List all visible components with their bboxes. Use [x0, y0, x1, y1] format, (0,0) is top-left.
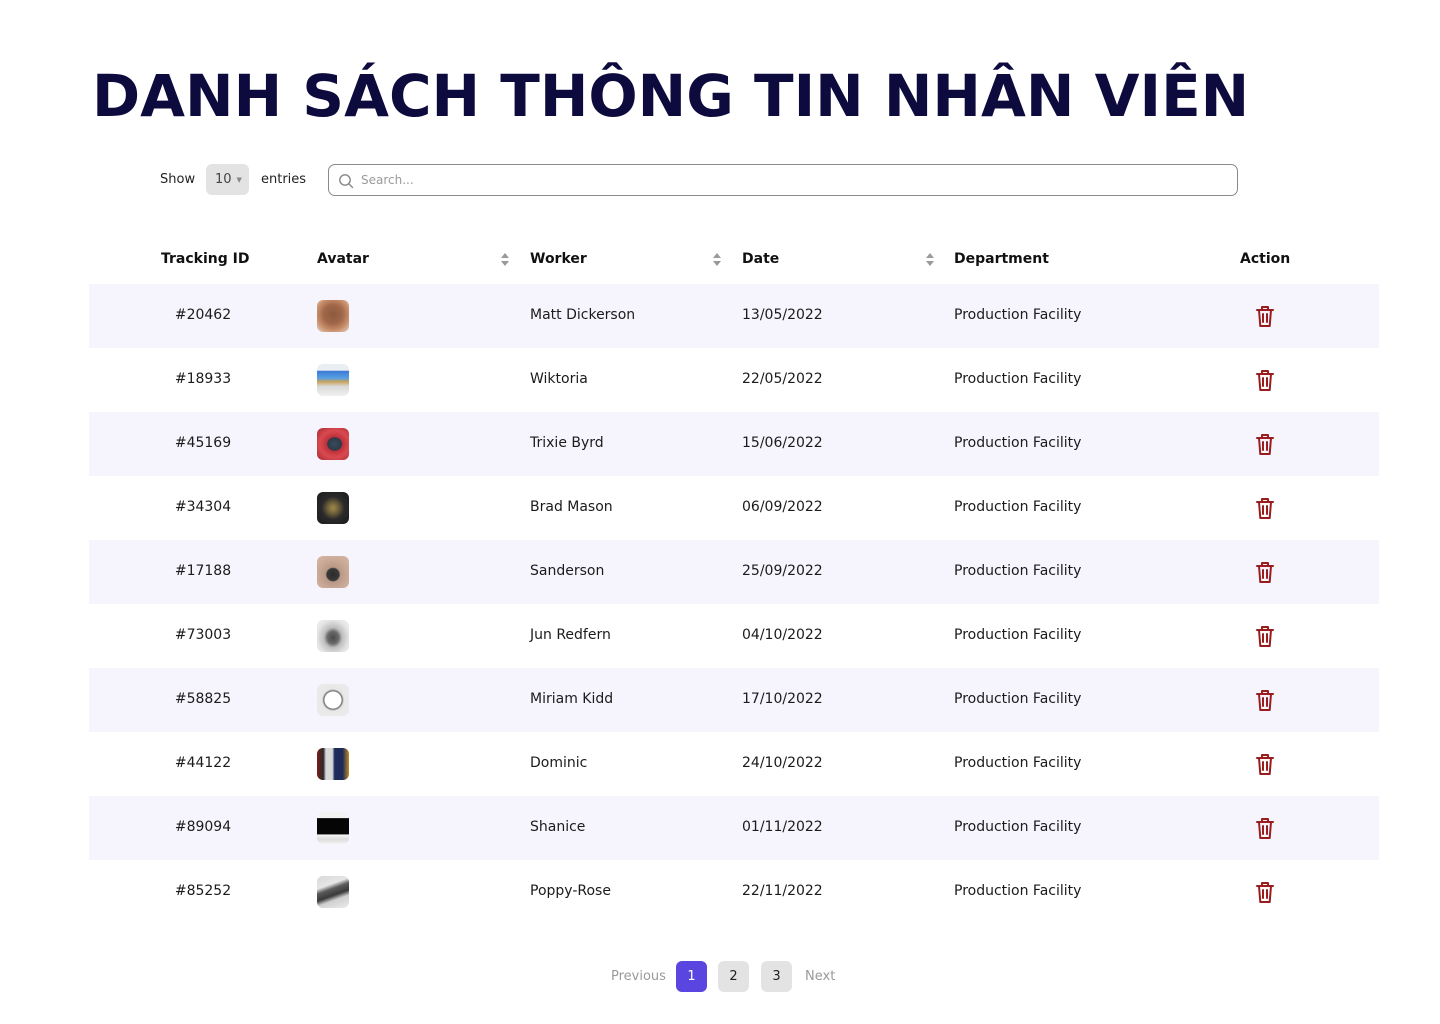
table-row: #17188 Sanderson 25/09/2022 Production F…	[89, 540, 1379, 604]
trash-icon[interactable]	[1254, 560, 1276, 584]
phone-photo-avatar	[317, 428, 349, 460]
table-row: #45169 Trixie Byrd 15/06/2022 Production…	[89, 412, 1379, 476]
monitor-photo-avatar	[317, 812, 349, 844]
date: 25/09/2022	[742, 563, 823, 579]
worker-name: Miriam Kidd	[530, 691, 614, 707]
pagination: Previous 1 2 3 Next	[0, 961, 1440, 992]
entries-select[interactable]: 10 ▼	[206, 164, 249, 195]
table-row: #89094 Shanice 01/11/2022 Production Fac…	[89, 796, 1379, 860]
worker-name: Shanice	[530, 819, 586, 835]
date: 06/09/2022	[742, 499, 823, 515]
date: 17/10/2022	[742, 691, 823, 707]
tracking-id: #89094	[174, 819, 232, 835]
tablet-photo-avatar	[317, 748, 349, 780]
tracking-id: #17188	[174, 563, 232, 579]
header-worker[interactable]: Worker	[530, 251, 587, 267]
trash-icon[interactable]	[1254, 624, 1276, 648]
trash-icon[interactable]	[1254, 752, 1276, 776]
header-date[interactable]: Date	[742, 251, 779, 267]
tracking-id: #73003	[174, 627, 232, 643]
entries-label: entries	[261, 172, 307, 187]
worker-name: Wiktoria	[530, 371, 588, 387]
trash-icon[interactable]	[1254, 688, 1276, 712]
worker-name: Poppy-Rose	[530, 883, 611, 899]
department: Production Facility	[954, 755, 1082, 771]
date: 01/11/2022	[742, 819, 823, 835]
tracking-id: #20462	[174, 307, 232, 323]
date: 22/11/2022	[742, 883, 823, 899]
table-row: #85252 Poppy-Rose 22/11/2022 Production …	[89, 860, 1379, 924]
mouse-photo-avatar	[317, 620, 349, 652]
table-row: #20462 Matt Dickerson 13/05/2022 Product…	[89, 284, 1379, 348]
page-3-button[interactable]: 3	[761, 961, 792, 992]
tracking-id: #44122	[174, 755, 232, 771]
department: Production Facility	[954, 819, 1082, 835]
table-row: #18933 Wiktoria 22/05/2022 Production Fa…	[89, 348, 1379, 412]
tracking-id: #18933	[174, 371, 232, 387]
worker-name: Dominic	[530, 755, 588, 771]
department: Production Facility	[954, 883, 1082, 899]
table-controls: Show 10 ▼ entries	[160, 164, 1240, 196]
date: 24/10/2022	[742, 755, 823, 771]
table-row: #44122 Dominic 24/10/2022 Production Fac…	[89, 732, 1379, 796]
table-row: #73003 Jun Redfern 04/10/2022 Production…	[89, 604, 1379, 668]
sort-date-icon[interactable]	[925, 252, 935, 267]
department: Production Facility	[954, 499, 1082, 515]
trash-icon[interactable]	[1254, 368, 1276, 392]
department: Production Facility	[954, 371, 1082, 387]
worker-name: Sanderson	[530, 563, 605, 579]
trash-icon[interactable]	[1254, 496, 1276, 520]
header-tracking-id[interactable]: Tracking ID	[161, 251, 249, 267]
previous-page-button[interactable]: Previous	[611, 969, 666, 984]
header-action: Action	[1240, 251, 1291, 267]
headphones-photo-avatar	[317, 556, 349, 588]
date: 15/06/2022	[742, 435, 823, 451]
trash-icon[interactable]	[1254, 880, 1276, 904]
department: Production Facility	[954, 435, 1082, 451]
laptop-photo-avatar	[317, 364, 349, 396]
tracking-id: #85252	[174, 883, 232, 899]
search-icon	[339, 174, 354, 189]
page-2-button[interactable]: 2	[718, 961, 749, 992]
table-header: Tracking ID Avatar Worker Date Departmen…	[89, 236, 1379, 284]
date: 13/05/2022	[742, 307, 823, 323]
tracking-id: #34304	[174, 499, 232, 515]
clock-photo-avatar	[317, 684, 349, 716]
entries-select-value: 10	[215, 172, 232, 187]
worker-name: Brad Mason	[530, 499, 613, 515]
hat-photo-avatar	[317, 300, 349, 332]
trash-icon[interactable]	[1254, 304, 1276, 328]
department: Production Facility	[954, 563, 1082, 579]
header-avatar[interactable]: Avatar	[317, 251, 369, 267]
worker-name: Matt Dickerson	[530, 307, 636, 323]
department: Production Facility	[954, 307, 1082, 323]
tracking-id: #58825	[174, 691, 232, 707]
search-box[interactable]	[328, 164, 1238, 196]
department: Production Facility	[954, 627, 1082, 643]
trash-icon[interactable]	[1254, 816, 1276, 840]
trash-icon[interactable]	[1254, 432, 1276, 456]
header-department[interactable]: Department	[954, 251, 1049, 267]
sort-avatar-icon[interactable]	[500, 252, 510, 267]
keyboard-photo-avatar	[317, 876, 349, 908]
search-input[interactable]	[361, 165, 1221, 195]
tracking-id: #45169	[174, 435, 232, 451]
watch-photo-avatar	[317, 492, 349, 524]
worker-name: Trixie Byrd	[530, 435, 604, 451]
date: 22/05/2022	[742, 371, 823, 387]
chevron-down-icon: ▼	[236, 175, 242, 184]
next-page-button[interactable]: Next	[805, 969, 835, 984]
sort-worker-icon[interactable]	[712, 252, 722, 267]
table-row: #34304 Brad Mason 06/09/2022 Production …	[89, 476, 1379, 540]
show-label: Show	[160, 172, 196, 187]
employee-table: Tracking ID Avatar Worker Date Departmen…	[89, 236, 1379, 924]
table-body: #20462 Matt Dickerson 13/05/2022 Product…	[89, 284, 1379, 924]
worker-name: Jun Redfern	[530, 627, 611, 643]
table-row: #58825 Miriam Kidd 17/10/2022 Production…	[89, 668, 1379, 732]
department: Production Facility	[954, 691, 1082, 707]
date: 04/10/2022	[742, 627, 823, 643]
page-1-button[interactable]: 1	[676, 961, 707, 992]
page-title: DANH SÁCH THÔNG TIN NHÂN VIÊN	[92, 62, 1250, 130]
